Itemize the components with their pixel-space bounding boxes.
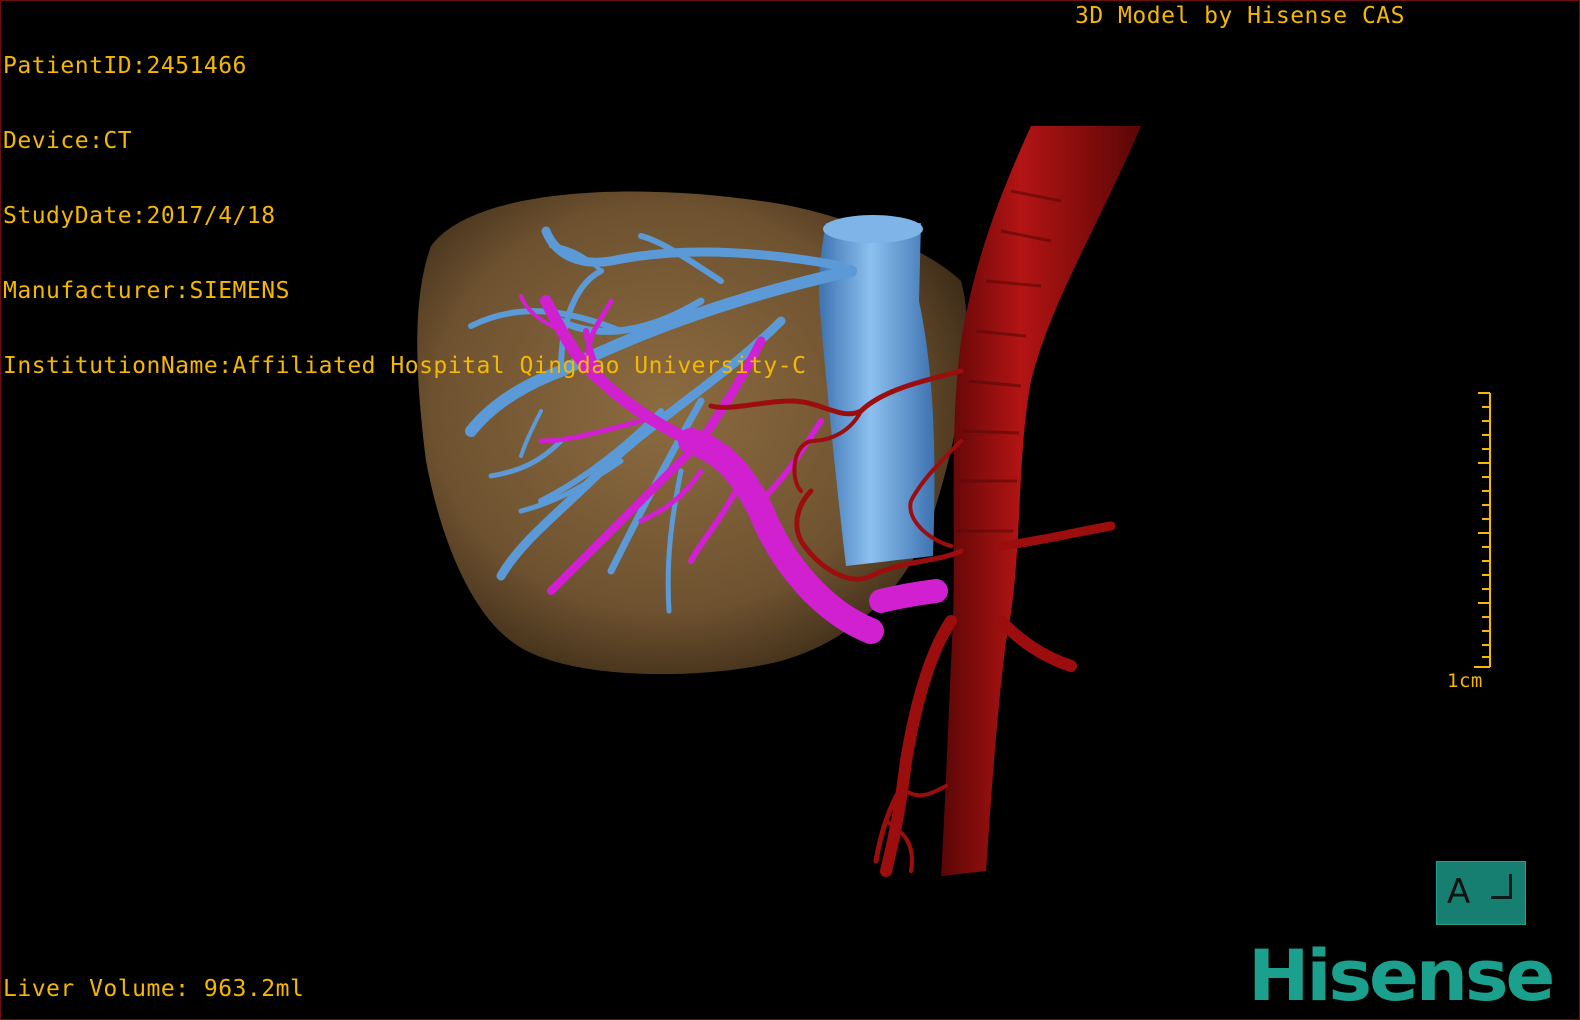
model-caption: 3D Model by Hisense CAS (1075, 3, 1405, 29)
manufacturer: Manufacturer:SIEMENS (3, 278, 290, 304)
3d-viewport[interactable]: PatientID:2451466 Device:CT StudyDate:20… (0, 0, 1580, 1020)
orientation-axis-icon (1491, 874, 1512, 899)
orientation-letter: A (1447, 872, 1471, 912)
study-date: StudyDate:2017/4/18 (3, 203, 276, 229)
dicom-info-panel: PatientID:2451466 Device:CT StudyDate:20… (3, 4, 806, 429)
liver-volume: Liver Volume: 963.2ml (3, 976, 305, 1002)
orientation-cube-icon[interactable]: A (1436, 861, 1526, 925)
scale-bar (1474, 392, 1491, 668)
scale-bar-label: 1cm (1447, 670, 1483, 692)
hisense-logo: Hisense (1248, 935, 1555, 1017)
institution-name: InstitutionName:Affiliated Hospital Qing… (3, 353, 807, 379)
device: Device:CT (3, 128, 133, 154)
patient-id: PatientID:2451466 (3, 53, 247, 79)
